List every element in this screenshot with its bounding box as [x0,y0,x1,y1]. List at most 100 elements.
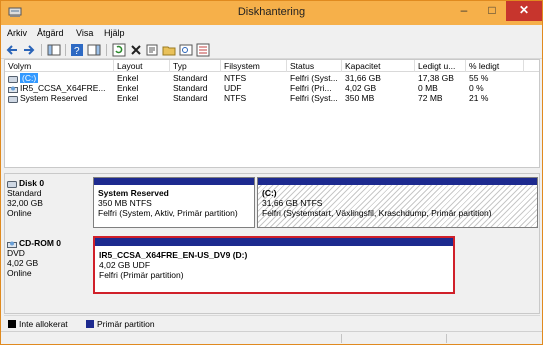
column-divider [113,60,114,72]
cell-status: Felfri (Syst... [290,73,338,83]
status-divider [341,334,342,343]
zoom-icon[interactable] [179,43,193,57]
cell-kapacitet: 350 MB [345,93,375,103]
primary-partition-bar [95,238,453,246]
cdrom-0-status: Online [7,268,32,278]
toolbar-separator [106,44,107,56]
legend-label-primary: Primär partition [97,319,155,329]
cdrom-0-title-line: CD-ROM 0 [7,238,90,249]
delete-icon[interactable] [129,43,143,57]
column-divider [523,60,524,72]
refresh-icon[interactable] [112,43,126,57]
volume-icon [8,95,18,103]
column-header-status[interactable]: Status [290,61,340,72]
menu-bar: Arkiv Åtgärd Visa Hjälp [1,25,542,41]
volume-list[interactable]: Volym Layout Typ Filsystem Status Kapaci… [4,59,540,168]
column-header-pct-ledigt[interactable]: % ledigt [469,61,519,72]
partition-text: IR5_CCSA_X64FRE_EN-US_DV9 (D:) 4,02 GB U… [99,250,451,280]
column-header-kapacitet[interactable]: Kapacitet [345,61,413,72]
disk-0-size: 32,00 GB [7,198,43,208]
cell-pct-ledigt: 21 % [469,93,489,103]
help-icon[interactable]: ? [70,43,84,57]
partition-dvd-selected[interactable]: IR5_CCSA_X64FRE_EN-US_DV9 (D:) 4,02 GB U… [93,236,455,294]
cell-filsystem: NTFS [224,93,247,103]
forward-arrow-icon[interactable] [22,43,36,57]
column-divider [286,60,287,72]
status-divider [446,334,447,343]
column-divider [465,60,466,72]
column-header-layout[interactable]: Layout [117,61,167,72]
menu-hjalp[interactable]: Hjälp [104,28,125,38]
properties-icon[interactable] [145,43,159,57]
cell-status: Felfri (Pri... [290,83,332,93]
menu-arkiv[interactable]: Arkiv [7,28,27,38]
cell-filsystem: UDF [224,83,242,93]
toolbar: ? [1,41,542,59]
disk-0-type: Standard [7,188,42,198]
partition-title: System Reserved [98,188,169,198]
cell-layout: Enkel [117,83,139,93]
volume-icon [8,75,18,83]
cell-filsystem: NTFS [224,73,247,83]
column-header-filsystem[interactable]: Filsystem [224,61,284,72]
primary-partition-bar [94,178,254,185]
partition-size-fs: 350 MB NTFS [98,198,152,208]
disk-graphical-view: Disk 0 Standard 32,00 GB Online System R… [4,173,540,314]
column-divider [169,60,170,72]
legend: Inte allokerat Primär partition [4,315,540,329]
cdrom-0-size: 4,02 GB [7,258,39,268]
cdrom-0-label[interactable]: CD-ROM 0 DVD 4,02 GB Online [7,238,90,292]
partition-status: Felfri (Primär partition) [99,270,184,280]
cell-pct-ledigt: 0 % [469,83,484,93]
table-row[interactable]: (C:) Enkel Standard NTFS Felfri (Syst...… [5,73,539,83]
volume-name: IR5_CCSA_X64FRE... [20,83,106,93]
menu-visa[interactable]: Visa [76,28,93,38]
column-header-volym[interactable]: Volym [8,61,103,72]
partition-size-fs: 4,02 GB UDF [99,260,151,270]
cell-status: Felfri (Syst... [290,93,338,103]
legend-swatch-unallocated [8,320,16,328]
partition-c[interactable]: (C:) 31,66 GB NTFS Felfri (Systemstart, … [257,177,538,228]
cell-volym: IR5_CCSA_X64FRE... [8,83,112,93]
column-divider [220,60,221,72]
cell-kapacitet: 31,66 GB [345,73,381,83]
cell-ledigt: 72 MB [418,93,443,103]
title-bar[interactable]: Diskhantering – □ ✕ [1,1,542,25]
cell-ledigt: 17,38 GB [418,73,454,83]
properties-list-icon[interactable] [87,43,101,57]
console-tree-icon[interactable] [47,43,61,57]
table-row[interactable]: IR5_CCSA_X64FRE... Enkel Standard UDF Fe… [5,83,539,93]
disk-0-name: Disk 0 [19,178,45,188]
table-row[interactable]: System Reserved Enkel Standard NTFS Felf… [5,93,539,103]
close-button[interactable]: ✕ [506,1,542,21]
partition-system-reserved[interactable]: System Reserved 350 MB NTFS Felfri (Syst… [93,177,255,228]
column-divider [414,60,415,72]
minimize-button[interactable]: – [450,1,478,21]
cdrom-0-type: DVD [7,248,25,258]
disk-management-window: Diskhantering – □ ✕ Arkiv Åtgärd Visa Hj… [0,0,543,345]
cdrom-0-name: CD-ROM 0 [19,238,62,248]
partition-status: Felfri (Systemstart, Växlingsfil, Krasch… [262,208,492,218]
back-arrow-icon[interactable] [5,43,19,57]
open-folder-icon[interactable] [162,43,176,57]
cell-typ: Standard [173,93,208,103]
partition-text: System Reserved 350 MB NTFS Felfri (Syst… [98,188,252,218]
volume-name-selected: (C:) [20,73,39,83]
settings-icon[interactable] [196,43,210,57]
cell-typ: Standard [173,83,208,93]
legend-swatch-primary [86,320,94,328]
column-header-ledigt[interactable]: Ledigt u... [418,61,464,72]
cell-kapacitet: 4,02 GB [345,83,377,93]
disk-0-label[interactable]: Disk 0 Standard 32,00 GB Online [7,178,90,232]
toolbar-separator [41,44,42,56]
status-bar [1,331,542,344]
partition-size-fs: 31,66 GB NTFS [262,198,323,208]
volume-list-header: Volym Layout Typ Filsystem Status Kapaci… [5,60,539,72]
dvd-icon [8,85,18,93]
maximize-button[interactable]: □ [478,1,506,21]
column-header-typ[interactable]: Typ [173,61,219,72]
cell-layout: Enkel [117,73,139,83]
partition-status: Felfri (System, Aktiv, Primär partition) [98,208,238,218]
disk-0-title-line: Disk 0 [7,178,90,189]
menu-atgard[interactable]: Åtgärd [37,28,64,38]
